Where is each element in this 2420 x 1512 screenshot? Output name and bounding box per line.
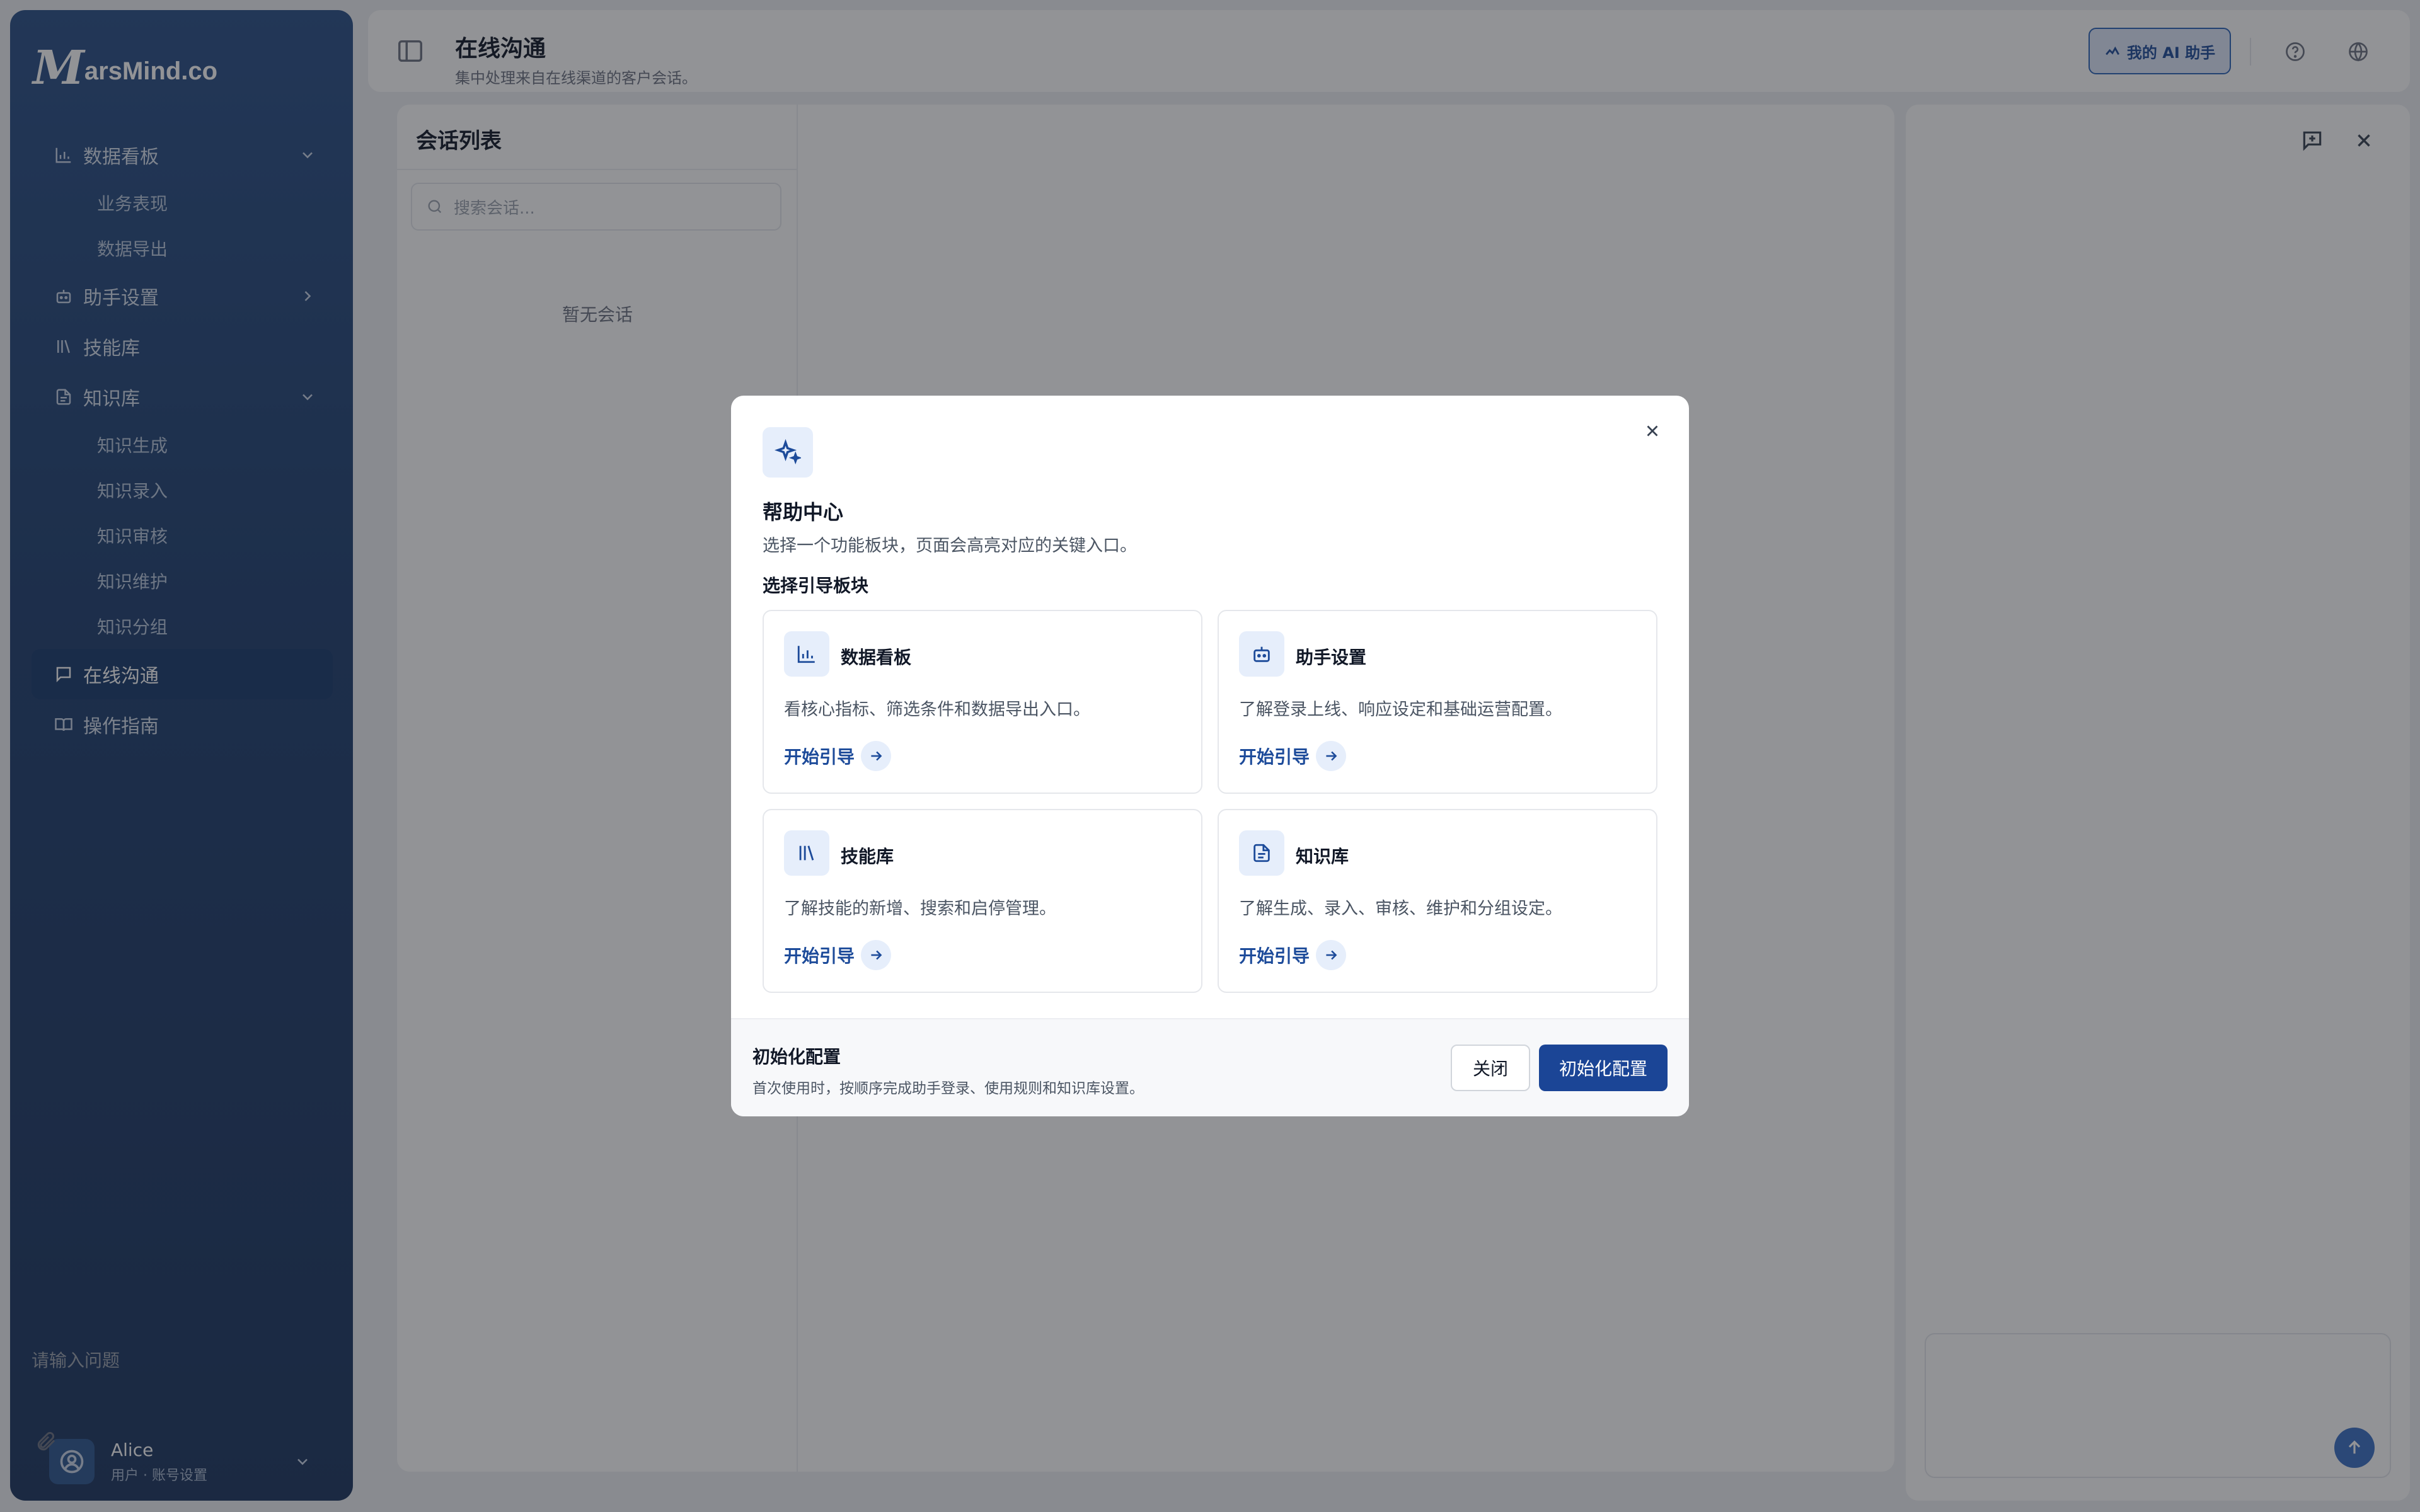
modal-footer: 初始化配置 首次使用时，按顺序完成助手登录、使用规则和知识库设置。 关闭 初始化… (731, 1018, 1689, 1116)
arrow-right-icon (1316, 940, 1347, 970)
card-description: 了解技能的新增、搜索和启停管理。 (784, 899, 1056, 919)
modal-subtitle: 选择一个功能板块，页面会高亮对应的关键入口。 (763, 536, 1137, 556)
modal-title: 帮助中心 (763, 500, 844, 524)
card-title: 数据看板 (841, 647, 912, 668)
sparkles-icon (763, 427, 813, 478)
start-guide-link[interactable]: 开始引导 (1239, 741, 1347, 771)
initialize-config-button[interactable]: 初始化配置 (1539, 1045, 1668, 1091)
bar-chart-icon (784, 631, 829, 677)
guide-card-skills[interactable]: 技能库 了解技能的新增、搜索和启停管理。 开始引导 (763, 809, 1202, 993)
guide-card-dashboard[interactable]: 数据看板 看核心指标、筛选条件和数据导出入口。 开始引导 (763, 610, 1202, 794)
start-guide-link[interactable]: 开始引导 (784, 940, 892, 970)
start-guide-link[interactable]: 开始引导 (1239, 940, 1347, 970)
modal-close-icon[interactable] (1639, 417, 1666, 445)
section-title: 选择引导板块 (763, 575, 869, 596)
close-button[interactable]: 关闭 (1451, 1045, 1530, 1091)
document-icon (1239, 830, 1284, 876)
card-title: 助手设置 (1296, 647, 1367, 668)
card-title: 知识库 (1296, 846, 1349, 867)
start-guide-label: 开始引导 (1239, 946, 1310, 966)
card-description: 了解登录上线、响应设定和基础运营配置。 (1239, 700, 1562, 719)
library-icon (784, 830, 829, 876)
card-description: 了解生成、录入、审核、维护和分组设定。 (1239, 899, 1562, 919)
robot-icon (1239, 631, 1284, 677)
arrow-right-icon (861, 940, 892, 970)
help-center-modal: 帮助中心 选择一个功能板块，页面会高亮对应的关键入口。 选择引导板块 数据看板 … (731, 396, 1689, 1116)
card-title: 技能库 (841, 846, 894, 867)
arrow-right-icon (1316, 741, 1347, 771)
card-description: 看核心指标、筛选条件和数据导出入口。 (784, 700, 1090, 719)
start-guide-label: 开始引导 (1239, 747, 1310, 767)
footer-title: 初始化配置 (752, 1046, 841, 1067)
start-guide-label: 开始引导 (784, 946, 855, 966)
footer-subtitle: 首次使用时，按顺序完成助手登录、使用规则和知识库设置。 (752, 1080, 1144, 1097)
start-guide-link[interactable]: 开始引导 (784, 741, 892, 771)
guide-card-assistant-settings[interactable]: 助手设置 了解登录上线、响应设定和基础运营配置。 开始引导 (1218, 610, 1657, 794)
arrow-right-icon (861, 741, 892, 771)
guide-card-knowledge[interactable]: 知识库 了解生成、录入、审核、维护和分组设定。 开始引导 (1218, 809, 1657, 993)
start-guide-label: 开始引导 (784, 747, 855, 767)
